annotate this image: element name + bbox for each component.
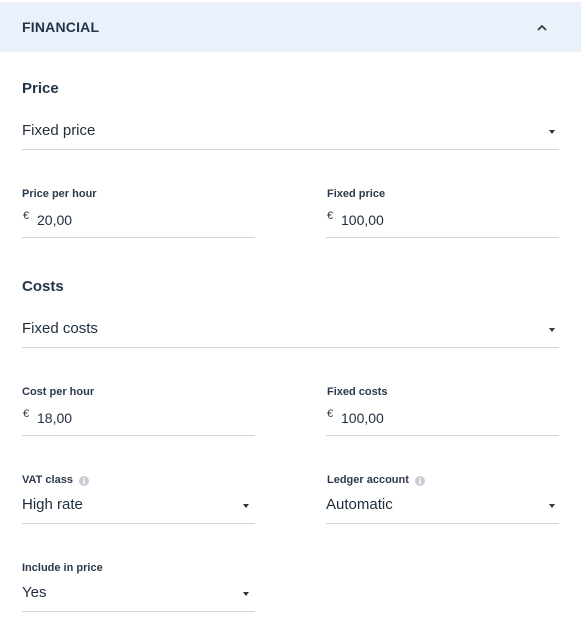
info-icon[interactable]: i xyxy=(414,476,425,486)
costs-type-select[interactable]: Fixed costs xyxy=(22,314,559,348)
price-per-hour-label: Price per hour xyxy=(22,188,97,200)
cost-per-hour-label: Cost per hour xyxy=(22,386,95,398)
fixed-costs-value: 100,00 xyxy=(341,410,384,426)
price-section-title: Price xyxy=(22,80,59,97)
vat-class-label-row: VAT class i xyxy=(22,474,89,486)
vat-class-select[interactable]: High rate xyxy=(22,490,255,524)
fixed-price-value: 100,00 xyxy=(341,212,384,228)
costs-type-value: Fixed costs xyxy=(22,320,98,337)
chevron-down-icon xyxy=(549,328,555,332)
price-per-hour-input[interactable]: € 20,00 xyxy=(22,204,255,238)
costs-section-title: Costs xyxy=(22,278,64,295)
price-type-select[interactable]: Fixed price xyxy=(22,116,559,150)
currency-symbol: € xyxy=(23,210,30,222)
currency-symbol: € xyxy=(23,408,30,420)
cost-per-hour-value: 18,00 xyxy=(37,410,73,426)
cost-per-hour-input[interactable]: € 18,00 xyxy=(22,402,255,436)
fixed-costs-label: Fixed costs xyxy=(327,386,388,398)
panel-title: FINANCIAL xyxy=(22,19,100,35)
vat-class-value: High rate xyxy=(22,496,83,513)
currency-symbol: € xyxy=(327,210,334,222)
chevron-down-icon xyxy=(549,504,555,508)
price-per-hour-value: 20,00 xyxy=(37,212,73,228)
chevron-up-icon[interactable] xyxy=(535,20,549,34)
ledger-account-label-row: Ledger account i xyxy=(327,474,425,486)
vat-class-label: VAT class xyxy=(22,474,73,486)
fixed-price-label: Fixed price xyxy=(327,188,386,200)
price-type-value: Fixed price xyxy=(22,122,96,139)
currency-symbol: € xyxy=(327,408,334,420)
chevron-down-icon xyxy=(243,504,249,508)
include-in-price-label: Include in price xyxy=(22,562,103,574)
fixed-costs-input[interactable]: € 100,00 xyxy=(326,402,559,436)
fixed-price-input[interactable]: € 100,00 xyxy=(326,204,559,238)
ledger-account-select[interactable]: Automatic xyxy=(326,490,559,524)
info-icon[interactable]: i xyxy=(78,476,89,486)
ledger-account-label: Ledger account xyxy=(327,474,409,486)
include-in-price-value: Yes xyxy=(22,584,47,601)
chevron-down-icon xyxy=(549,130,555,134)
include-in-price-select[interactable]: Yes xyxy=(22,578,255,612)
chevron-down-icon xyxy=(243,592,249,596)
ledger-account-value: Automatic xyxy=(326,496,393,513)
financial-panel-header[interactable]: FINANCIAL xyxy=(0,2,581,52)
